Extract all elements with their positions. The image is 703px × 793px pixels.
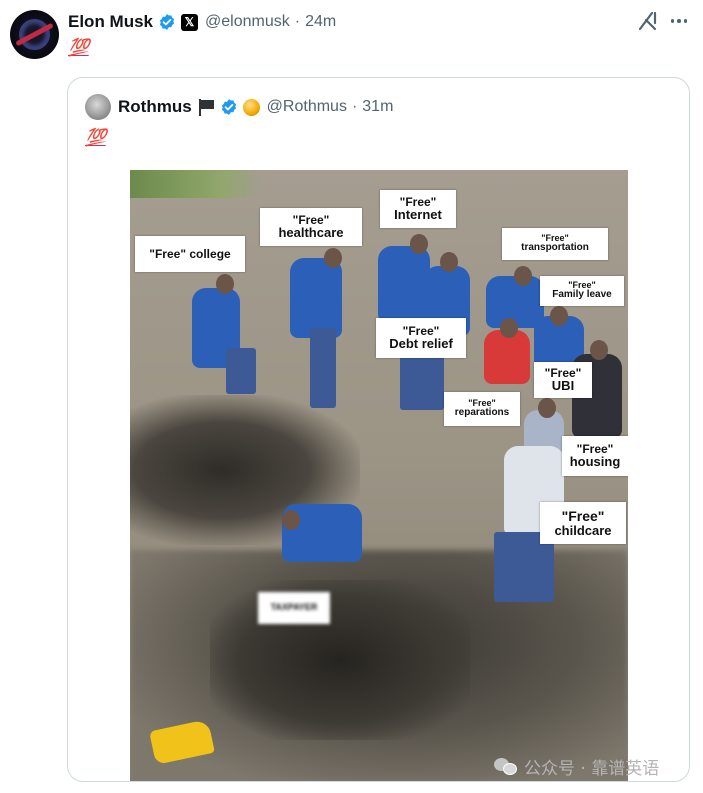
verified-badge-icon (221, 99, 236, 115)
quoted-author-handle[interactable]: @Rothmus (267, 98, 347, 116)
worker-legs (226, 348, 256, 394)
worker-head (410, 234, 428, 254)
sign-line: reparations (454, 407, 510, 419)
image-grass (130, 170, 260, 198)
sign-line: childcare (554, 522, 612, 538)
tweet-timestamp[interactable]: 24m (305, 13, 336, 31)
worker-head (324, 248, 342, 268)
worker-head (282, 510, 300, 530)
sign-free-internet: "Free" Internet (380, 190, 456, 228)
worker-head (538, 398, 556, 418)
sign-line: "Free" college (149, 246, 231, 261)
quoted-tweet-text: 💯 (85, 128, 106, 148)
more-dot (670, 19, 675, 23)
worker-head (514, 266, 532, 286)
author-name[interactable]: Elon Musk (68, 12, 153, 32)
wechat-icon (494, 756, 518, 776)
worker-legs (400, 350, 444, 410)
watermark-text: 公众号 · 靠谱英语 (524, 758, 660, 779)
gold-coin-icon (242, 98, 260, 116)
worker-figure (290, 258, 342, 338)
quoted-author-name[interactable]: Rothmus (118, 97, 192, 117)
sign-taxpayer: TAXPAYER (258, 592, 330, 624)
author-avatar[interactable] (10, 10, 59, 59)
black-flag-icon (197, 98, 215, 116)
separator-dot: · (294, 13, 301, 30)
meme-image[interactable]: "Free" college "Free" healthcare "Free" … (130, 170, 628, 781)
sign-free-family-leave: "Free" Family leave (540, 276, 624, 306)
sign-line: transportation (521, 242, 589, 254)
author-handle[interactable]: @elonmusk (205, 13, 290, 31)
grok-icon[interactable] (636, 9, 660, 33)
sign-free-ubi: "Free" UBI (534, 362, 592, 398)
tweet-header: Elon Musk 𝕏 @elonmusk · 24m (68, 11, 336, 33)
sign-free-transportation: "Free" transportation (502, 228, 608, 260)
watermark: 公众号 · 靠谱英语 (494, 754, 660, 779)
sign-line: healthcare (278, 225, 344, 241)
sign-line: housing (569, 454, 621, 470)
sign-free-debt-relief: "Free" Debt relief (376, 318, 466, 358)
sign-line: "Free" (561, 507, 605, 524)
worker-figure (378, 246, 430, 322)
worker-head (500, 318, 518, 338)
sign-free-reparations: "Free" reparations (444, 392, 520, 426)
sign-free-college: "Free" college (135, 236, 245, 272)
sign-line: Family leave (552, 289, 612, 301)
worker-legs (310, 328, 336, 408)
more-icon[interactable] (668, 10, 690, 32)
worker-head (440, 252, 458, 272)
sign-line: Internet (394, 207, 442, 223)
tweet-text: 💯 (68, 38, 89, 58)
separator-dot: · (351, 98, 358, 115)
worker-head (590, 340, 608, 360)
blurred-dark-area (210, 580, 470, 740)
quoted-tweet-timestamp[interactable]: 31m (362, 98, 393, 116)
sign-free-housing: "Free" housing (562, 436, 628, 476)
sign-free-healthcare: "Free" healthcare (260, 208, 362, 246)
wechat-bubble (503, 763, 517, 775)
sign-line: TAXPAYER (270, 602, 318, 613)
worker-head (550, 306, 568, 326)
worker-figure (484, 330, 530, 384)
sign-line: Debt relief (389, 336, 453, 352)
x-logo-icon: 𝕏 (181, 13, 199, 31)
sign-line: UBI (551, 378, 575, 394)
quoted-tweet-card[interactable]: Rothmus @Rothmus · 31m 💯 "Free" college … (67, 77, 690, 782)
quoted-author-avatar[interactable] (85, 94, 111, 120)
verified-badge-icon (159, 14, 175, 30)
sign-free-childcare: "Free" childcare (540, 502, 626, 544)
more-dot (677, 19, 681, 23)
more-dot (683, 19, 688, 23)
worker-head (216, 274, 234, 294)
quoted-tweet-header: Rothmus @Rothmus · 31m (118, 95, 393, 119)
flag-cloth (200, 100, 214, 109)
